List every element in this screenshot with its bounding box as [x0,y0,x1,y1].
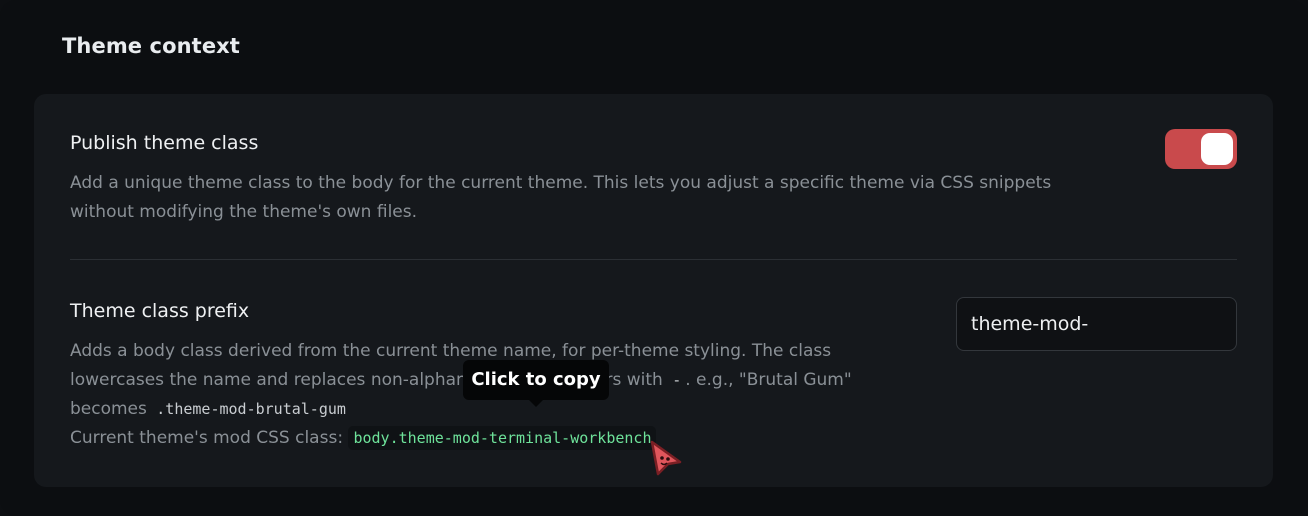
example-class-code: .theme-mod-brutal-gum [156,400,346,418]
publish-theme-class-description: Add a unique theme class to the body for… [70,169,1130,227]
prefix-desc-line2-example: . e.g., "Brutal Gum" [685,370,852,390]
publish-desc-line2: without modifying the theme's own files. [70,202,418,222]
prefix-desc-line3-text: becomes [70,399,147,419]
publish-theme-class-label: Publish theme class [70,132,259,154]
dash-code: - [672,371,682,389]
divider [70,259,1237,260]
current-class-label: Current theme's mod CSS class: [70,428,344,448]
theme-class-prefix-input[interactable] [956,297,1237,351]
current-class-line: Current theme's mod CSS class: body.them… [70,424,930,453]
mascot-cursor-icon [650,440,682,476]
tooltip-arrow [528,399,544,407]
theme-class-prefix-label: Theme class prefix [70,300,250,322]
theme-context-panel: Theme context Publish theme class Add a … [0,0,1308,516]
publish-desc-line1: Add a unique theme class to the body for… [70,173,1052,193]
section-title: Theme context [62,34,240,58]
copy-tooltip: Click to copy [463,360,609,400]
settings-card: Publish theme class Add a unique theme c… [34,94,1273,487]
toggle-knob [1201,133,1233,165]
current-class-copy-code[interactable]: body.theme-mod-terminal-workbench [348,426,657,450]
publish-theme-class-toggle[interactable] [1165,129,1237,169]
